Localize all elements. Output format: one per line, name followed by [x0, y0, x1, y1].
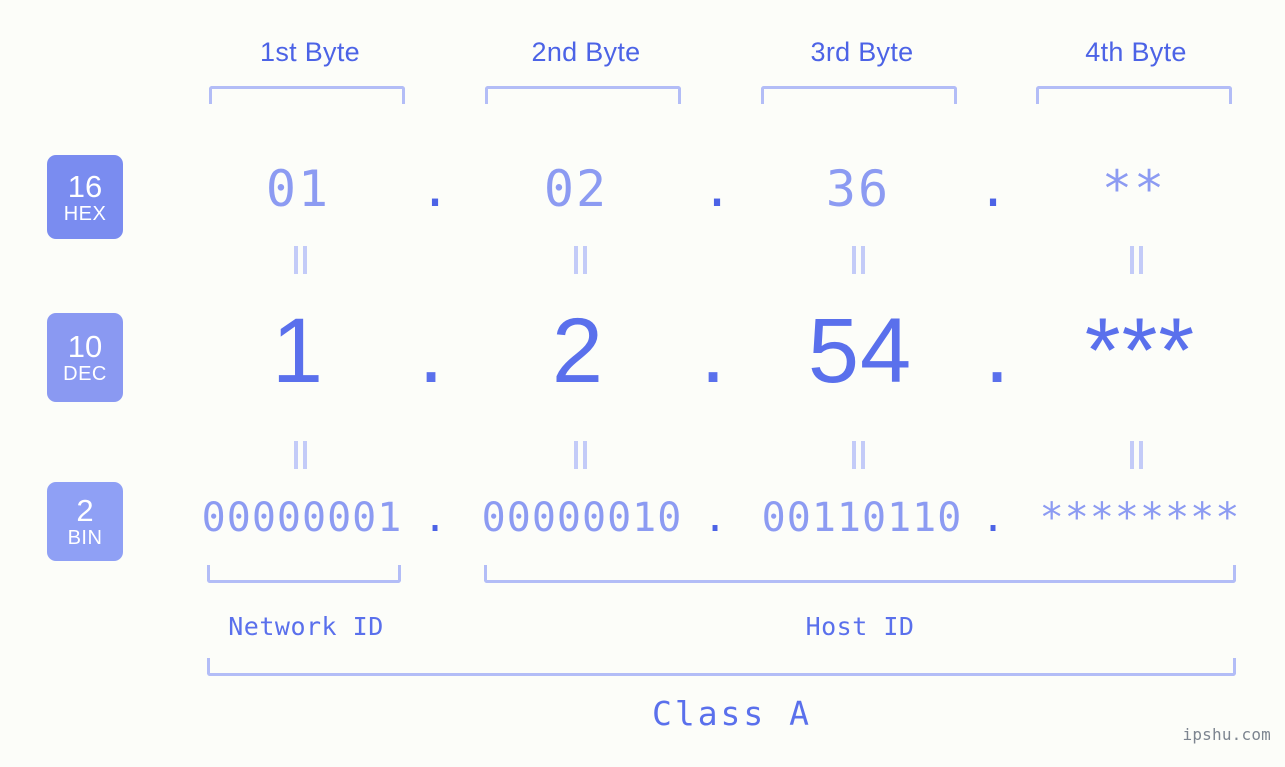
bin-dot-1: .	[422, 495, 448, 541]
equals-connector-dec-bin-3	[848, 441, 870, 469]
network-id-bracket	[207, 565, 401, 583]
byte-bracket-3	[761, 86, 957, 104]
byte-bracket-2	[485, 86, 681, 104]
base-badge-hex-number: 16	[67, 168, 103, 204]
equals-connector-hex-dec-3	[848, 246, 870, 274]
byte-header-label-4: 4th Byte	[1085, 37, 1187, 67]
equals-connector-dec-bin-4	[1126, 441, 1148, 469]
equals-connector-dec-bin-2	[570, 441, 592, 469]
host-id-bracket	[484, 565, 1236, 583]
hex-byte-4: **	[1101, 160, 1167, 218]
byte-bracket-1	[209, 86, 405, 104]
bin-byte-3: 00110110	[761, 495, 963, 541]
base-badge-dec-number: 10	[67, 329, 103, 364]
hex-byte-1: 01	[265, 160, 331, 218]
dec-dot-3: .	[984, 300, 1010, 402]
equals-connector-dec-bin-1	[290, 441, 312, 469]
base-badge-bin-number: 2	[76, 493, 94, 528]
hex-dot-3: .	[977, 160, 1009, 218]
ip-address-breakdown-diagram: 1st Byte 2nd Byte 3rd Byte 4th Byte 16 H…	[0, 0, 1285, 767]
equals-connector-hex-dec-2	[570, 246, 592, 274]
dec-byte-3: 54	[807, 300, 913, 402]
equals-connector-hex-dec-1	[290, 246, 312, 274]
network-id-label: Network ID	[228, 612, 384, 641]
host-id-label: Host ID	[805, 612, 915, 641]
base-badge-bin[interactable]: 2 BIN	[47, 482, 123, 561]
byte-header-label-2: 2nd Byte	[531, 37, 641, 67]
dec-byte-1: 1	[271, 300, 325, 402]
dec-dot-1: .	[418, 300, 444, 402]
byte-header-label-3: 3rd Byte	[810, 37, 914, 67]
bin-byte-2: 00000010	[481, 495, 683, 541]
equals-connector-hex-dec-4	[1126, 246, 1148, 274]
bin-dot-3: .	[980, 495, 1006, 541]
hex-byte-2: 02	[543, 160, 609, 218]
byte-bracket-4	[1036, 86, 1232, 104]
bin-dot-2: .	[702, 495, 728, 541]
hex-byte-3: 36	[825, 160, 891, 218]
hex-dot-2: .	[701, 160, 733, 218]
base-badge-dec-abbr: DEC	[63, 363, 107, 385]
dec-byte-4: ***	[1084, 300, 1196, 402]
base-badge-dec[interactable]: 10 DEC	[47, 313, 123, 402]
base-badge-hex-abbr: HEX	[63, 202, 107, 225]
bin-byte-4: ********	[1039, 495, 1241, 541]
byte-header-label-1: 1st Byte	[260, 37, 360, 67]
bin-byte-1: 00000001	[201, 495, 403, 541]
class-bracket	[207, 658, 1236, 676]
hex-dot-1: .	[419, 160, 451, 218]
dec-byte-2: 2	[551, 300, 605, 402]
watermark: ipshu.com	[1182, 725, 1271, 744]
dec-dot-2: .	[700, 300, 726, 402]
class-label: Class A	[651, 694, 813, 733]
base-badge-hex[interactable]: 16 HEX	[47, 155, 123, 239]
base-badge-bin-abbr: BIN	[67, 527, 103, 549]
